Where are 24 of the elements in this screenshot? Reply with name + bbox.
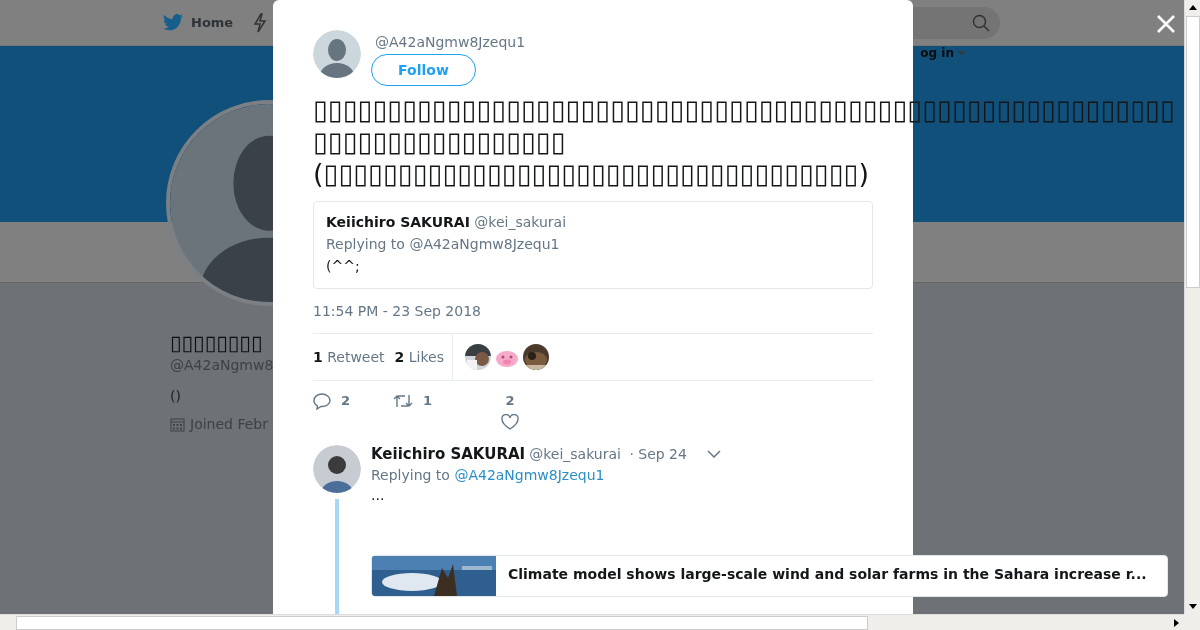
like-count[interactable]: 2 Likes xyxy=(394,349,444,365)
reply-context: Replying to @A42aNgmw8Jzequ1 xyxy=(326,236,561,252)
author-handle: @kei_sakurai xyxy=(529,446,621,462)
link-card[interactable]: Climate model shows large-scale wind and solar farms in the Sahara increase r... xyxy=(371,555,1168,597)
user-handle[interactable]: @A42aNgmw8Jzequ1 xyxy=(375,34,526,50)
author-name: Keiichiro SAKURAI xyxy=(326,214,470,230)
retweet-count: 1 xyxy=(423,393,433,408)
quoted-text: (^^; xyxy=(326,258,361,274)
like-count: 2 xyxy=(505,393,515,408)
author-handle: @kei_sakurai xyxy=(474,214,567,230)
quoted-tweet[interactable]: Keiichiro SAKURAI @kei_sakurai Replying to @A42aNgmw8Jzequ1 (^^; xyxy=(313,201,873,289)
retweet-count[interactable]: 1 Retweet xyxy=(313,349,385,365)
profile-name: ▯▯▯▯▯▯▯▯ xyxy=(170,330,263,356)
follow-button[interactable]: Follow xyxy=(371,54,476,86)
home-link[interactable]: Home xyxy=(191,15,234,30)
reply-context: Replying to xyxy=(371,467,450,483)
author-name: Keiichiro SAKURAI xyxy=(371,445,526,463)
tweet-time: · Sep 24 xyxy=(628,446,687,462)
reply-count: 2 xyxy=(341,393,351,408)
card-title: Climate model shows large-scale wind and solar farms in the Sahara increase r... xyxy=(507,565,1147,584)
tweet-timestamp: 11:54 PM - 23 Sep 2018 xyxy=(313,303,482,319)
reply-text: ... xyxy=(371,487,386,503)
profile-bio: () xyxy=(170,388,181,404)
mention-link[interactable]: @A42aNgmw8Jzequ1 xyxy=(454,467,605,483)
